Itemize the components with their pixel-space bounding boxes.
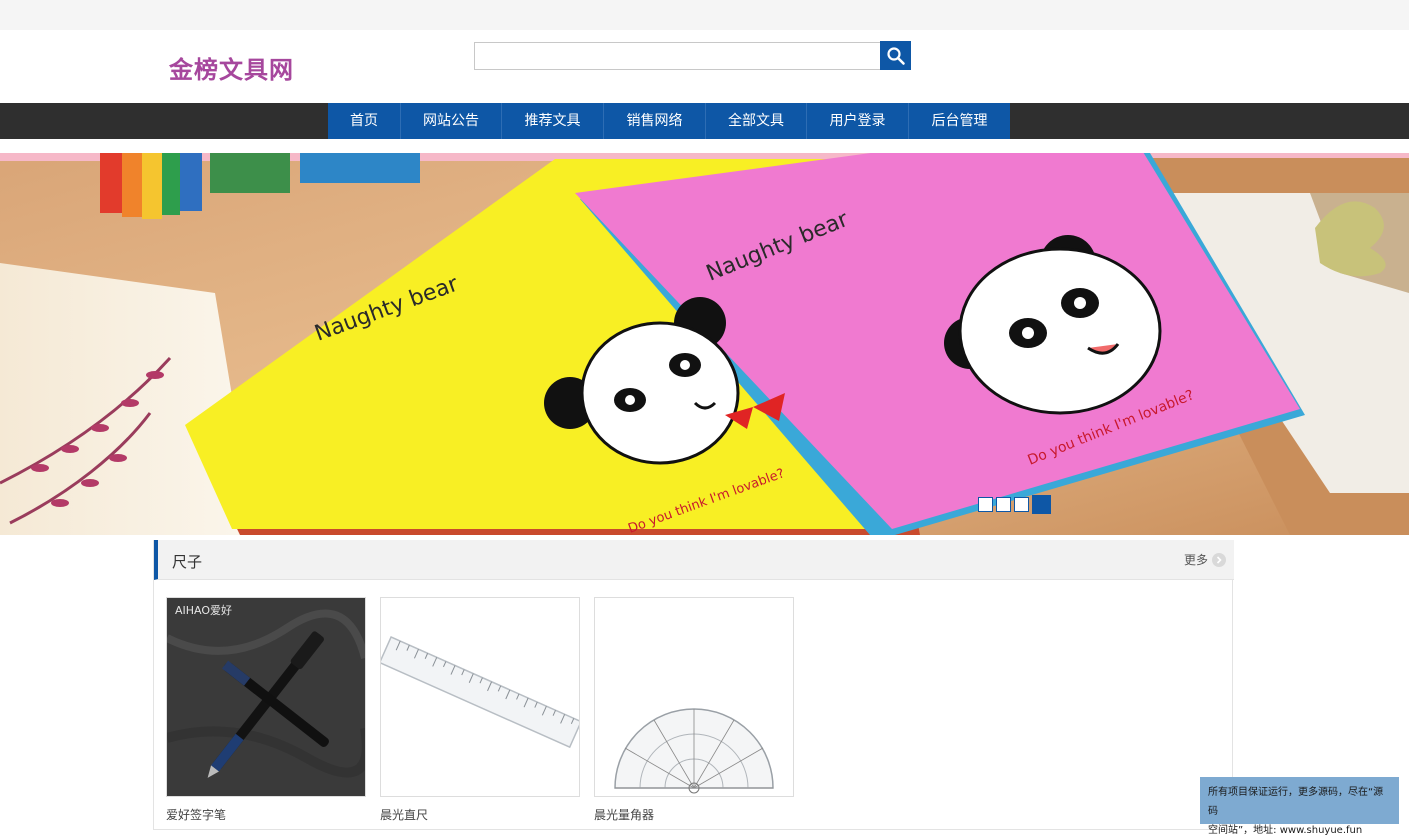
chevron-right-icon [1212, 552, 1226, 567]
notice-line-1: 所有项目保证运行，更多源码，尽在“源码 [1208, 787, 1384, 817]
nav-item-sales-network[interactable]: 销售网络 [604, 103, 706, 139]
carousel-dot-3[interactable] [1014, 497, 1029, 512]
product-card: 晨光直尺 [380, 597, 580, 823]
product-image[interactable]: AIHAO爱好 [166, 597, 366, 797]
more-label: 更多 [1183, 553, 1208, 567]
product-brand-watermark: AIHAO爱好 [175, 603, 232, 617]
carousel-dot-1[interactable] [978, 497, 993, 512]
section-header: 尺子 更多 [154, 540, 1234, 580]
product-image[interactable] [594, 597, 794, 797]
nav-list: 首页 网站公告 推荐文具 销售网络 全部文具 用户登录 后台管理 [328, 103, 1010, 139]
section-title: 尺子 [172, 553, 203, 571]
site-logo[interactable]: 金榜文具网 [169, 50, 294, 85]
main-nav: 首页 网站公告 推荐文具 销售网络 全部文具 用户登录 后台管理 [0, 103, 1409, 139]
nav-item-home[interactable]: 首页 [328, 103, 401, 139]
nav-item-announcements[interactable]: 网站公告 [401, 103, 502, 139]
banner-image: Naughty bear Naughty bear Do you think I… [0, 153, 1409, 535]
banner-carousel[interactable]: Naughty bear Naughty bear Do you think I… [0, 153, 1409, 535]
carousel-dot-2[interactable] [996, 497, 1011, 512]
product-card: AIHAO爱好 爱好签字笔 [166, 597, 366, 823]
product-name[interactable]: 爱好签字笔 [166, 806, 366, 823]
product-name[interactable]: 晨光量角器 [594, 806, 794, 823]
search-icon [886, 46, 905, 65]
top-strip [0, 0, 1409, 30]
product-name[interactable]: 晨光直尺 [380, 806, 580, 823]
source-notice-banner: 所有项目保证运行，更多源码，尽在“源码 空间站”，地址: www.shuyue.… [1200, 777, 1399, 836]
nav-item-all-stationery[interactable]: 全部文具 [706, 103, 807, 139]
product-card: 晨光量角器 [594, 597, 794, 823]
nav-item-recommended[interactable]: 推荐文具 [502, 103, 604, 139]
product-section: 尺子 更多 AIHAO爱好 爱好签字笔 晨光直尺 晨光量角器 [153, 540, 1234, 830]
carousel-dot-4[interactable] [1032, 495, 1051, 514]
search-input[interactable] [474, 42, 881, 70]
header: 金榜文具网 [0, 30, 1409, 103]
search-button[interactable] [880, 41, 911, 70]
nav-item-user-login[interactable]: 用户登录 [807, 103, 909, 139]
product-image[interactable] [380, 597, 580, 797]
carousel-indicators [978, 495, 1051, 514]
more-link[interactable]: 更多 [1184, 551, 1226, 568]
nav-item-admin[interactable]: 后台管理 [909, 103, 1010, 139]
